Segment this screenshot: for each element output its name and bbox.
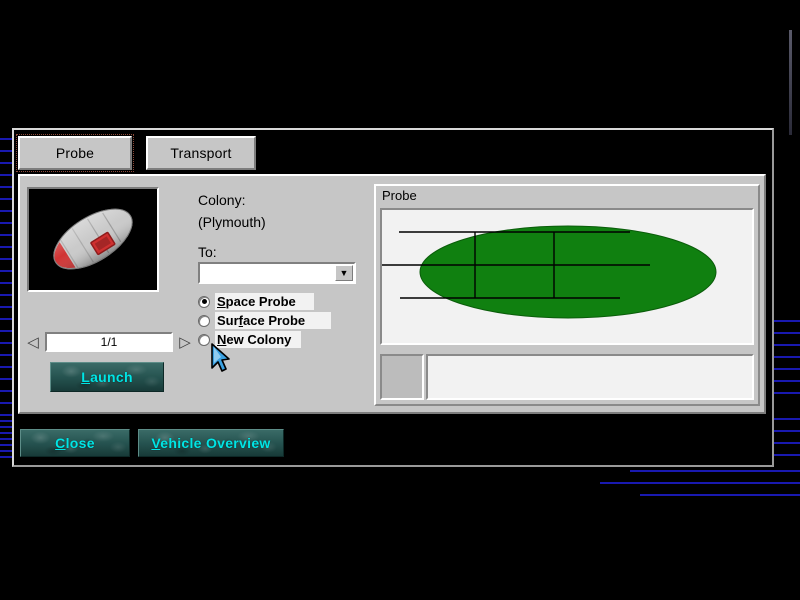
radio-mark-icon <box>198 296 210 308</box>
pager-value: 1/1 <box>45 332 173 352</box>
radio-new-colony[interactable]: New Colony <box>198 330 348 349</box>
radio-space-probe[interactable]: Space Probe <box>198 292 348 311</box>
pager-prev-arrow-icon[interactable]: ◁ <box>24 332 42 352</box>
tab-probe[interactable]: Probe <box>18 136 132 170</box>
chevron-down-icon[interactable]: ▼ <box>335 265 353 281</box>
probe-diagram <box>382 210 752 343</box>
probe-diagram-canvas <box>380 208 754 345</box>
close-button[interactable]: Close <box>20 429 130 457</box>
probe-capsule-icon <box>29 189 157 290</box>
colony-label: Colony: <box>198 192 245 208</box>
mission-type-radio-group: Space Probe Surface Probe New Colony <box>198 292 348 349</box>
tab-transport-label: Transport <box>170 145 231 161</box>
colony-value: (Plymouth) <box>198 214 266 230</box>
radio-space-probe-label: Space Probe <box>215 293 314 310</box>
probe-main-panel: ◁ 1/1 ▷ Launch Colony: (Plymouth) To: ▼ … <box>18 174 766 414</box>
probe-group-box: Probe <box>374 184 760 406</box>
tab-transport[interactable]: Transport <box>146 136 256 170</box>
launch-button[interactable]: Launch <box>50 362 164 392</box>
probe-status-text <box>426 354 754 400</box>
destination-input[interactable] <box>200 264 334 282</box>
radio-surface-probe[interactable]: Surface Probe <box>198 311 348 330</box>
radio-surface-probe-label: Surface Probe <box>215 312 331 329</box>
radio-mark-icon <box>198 315 210 327</box>
launch-button-label: Launch <box>81 369 133 385</box>
probe-status-bar <box>380 354 754 400</box>
vehicle-overview-button-label: Vehicle Overview <box>151 435 270 451</box>
vehicle-overview-button[interactable]: Vehicle Overview <box>138 429 284 457</box>
vehicle-pager: ◁ 1/1 ▷ <box>24 331 194 353</box>
scanline-artifact <box>630 470 800 472</box>
scanline-artifact <box>640 494 800 496</box>
probe-status-icon <box>380 354 424 400</box>
scanline-artifact <box>600 482 800 484</box>
destination-combobox[interactable]: ▼ <box>198 262 356 284</box>
close-button-label: Close <box>55 435 95 451</box>
probe-group-title: Probe <box>382 188 417 203</box>
tab-probe-label: Probe <box>56 145 94 161</box>
vehicle-preview-image <box>27 187 159 292</box>
to-label: To: <box>198 244 217 260</box>
edge-line-artifact <box>789 30 792 135</box>
pager-next-arrow-icon[interactable]: ▷ <box>176 332 194 352</box>
radio-new-colony-label: New Colony <box>215 331 301 348</box>
radio-mark-icon <box>198 334 210 346</box>
